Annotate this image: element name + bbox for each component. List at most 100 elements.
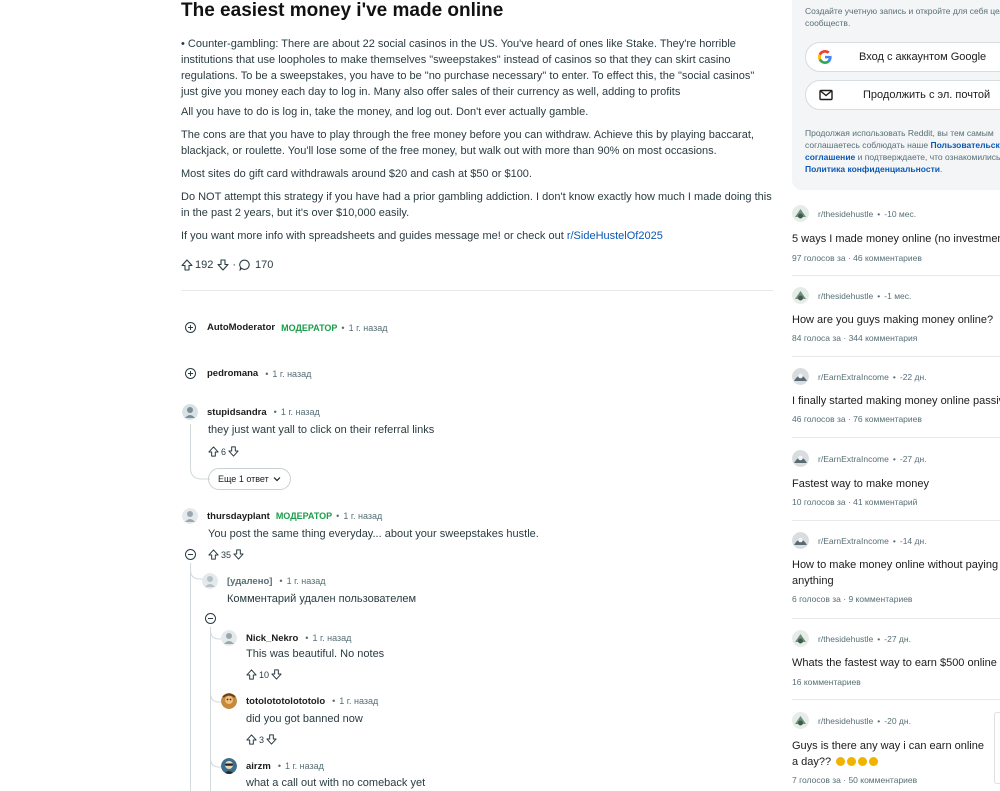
related-post-meta: r/thesidehustle • -10 мес. — [792, 205, 1000, 222]
upvote-icon[interactable] — [181, 259, 193, 271]
separator-dot: • — [279, 576, 283, 586]
upvote-icon[interactable] — [246, 669, 257, 680]
related-post-title[interactable]: 5 ways I made money online (no investmen… — [792, 231, 1000, 247]
subreddit-name[interactable]: r/thesidehustle — [818, 716, 873, 726]
privacy-policy-link[interactable]: Политика конфиденциальности — [805, 164, 940, 174]
subreddit-name[interactable]: r/EarnExtraIncome — [818, 372, 889, 382]
collapse-icon[interactable] — [205, 613, 227, 624]
emoji-icon — [858, 757, 868, 766]
subreddit-name[interactable]: r/thesidehustle — [818, 634, 873, 644]
comment-author[interactable]: pedromana — [207, 368, 258, 379]
comment-author[interactable]: totolototolototolo — [246, 696, 325, 707]
emoji-icon — [847, 757, 857, 766]
divider — [792, 699, 1000, 700]
comment-time: 1 г. назад — [272, 368, 312, 379]
upvote-icon[interactable] — [208, 549, 219, 560]
related-post-stats: 84 голоса за · 344 комментария — [792, 333, 918, 343]
post-title: The easiest money i've made online — [181, 0, 504, 21]
avatar[interactable] — [221, 693, 237, 709]
comment-author[interactable]: Nick_Nekro — [246, 633, 298, 644]
related-post-stats: 6 голосов за · 9 комментариев — [792, 594, 913, 604]
post-paragraph: The cons are that you have to play throu… — [181, 129, 754, 157]
related-post-meta: r/EarnExtraIncome • -27 дн. — [792, 450, 929, 467]
comment-author[interactable]: AutoModerator — [207, 322, 275, 333]
subreddit-avatar[interactable] — [792, 368, 809, 385]
downvote-icon[interactable] — [233, 549, 244, 560]
related-post[interactable]: r/EarnExtraIncome • -22 дн. I finally star… — [792, 368, 1000, 424]
comment-icon[interactable] — [239, 259, 251, 271]
expand-icon[interactable] — [185, 322, 196, 333]
upvote-count: 192 — [195, 259, 214, 271]
downvote-icon[interactable] — [228, 446, 239, 457]
comment-header: totolototolototolo • 1 г. назад — [221, 693, 378, 709]
avatar[interactable] — [182, 404, 198, 420]
comment-author[interactable]: airzm — [246, 761, 271, 772]
subreddit-name[interactable]: r/thesidehustle — [818, 209, 873, 219]
more-replies-button[interactable]: Еще 1 ответ — [208, 468, 291, 490]
email-login-button[interactable]: Продолжить с эл. почтой — [805, 80, 1000, 110]
comment-header: stupidsandra • 1 г. назад — [182, 404, 320, 420]
subreddit-name[interactable]: r/thesidehustle — [818, 291, 873, 301]
google-login-label: Вход с аккаунтом Google — [859, 51, 987, 63]
google-login-button[interactable]: Вход с аккаунтом Google — [805, 42, 1000, 72]
thread-line[interactable] — [190, 424, 191, 460]
related-post-meta: r/EarnExtraIncome • -14 дн. — [792, 532, 998, 549]
related-post[interactable]: r/EarnExtraIncome • -27 дн. Fastest way to… — [792, 450, 929, 507]
related-post[interactable]: r/EarnExtraIncome • -14 дн. How to make mo… — [792, 532, 998, 604]
post-paragraph-text: If you want more info with spreadsheets … — [181, 230, 567, 242]
related-post-title[interactable]: How to make money online without paying — [792, 557, 998, 573]
comment-author[interactable]: thursdayplant — [207, 511, 270, 522]
related-post-stats: 16 комментариев — [792, 677, 861, 687]
comment-header: AutoModerator МОДЕРАТОР • 1 г. назад — [185, 322, 388, 333]
comment-time: 1 г. назад — [280, 407, 320, 417]
divider — [792, 275, 1000, 276]
related-post-title-cont[interactable]: anything — [792, 573, 998, 589]
related-post-title[interactable]: Guys is there any way i can earn online — [792, 738, 984, 754]
comment-body: You post the same thing everyday... abou… — [208, 528, 539, 540]
thread-line[interactable] — [190, 563, 191, 791]
subreddit-name[interactable]: r/EarnExtraIncome — [818, 454, 889, 464]
downvote-icon[interactable] — [217, 259, 229, 271]
related-post-title[interactable]: Whats the fastest way to earn $500 onlin… — [792, 655, 997, 671]
related-post-title-cont[interactable]: a day?? — [792, 754, 984, 770]
subreddit-avatar[interactable] — [792, 630, 809, 647]
subreddit-name[interactable]: r/EarnExtraIncome — [818, 536, 889, 546]
avatar[interactable] — [182, 508, 198, 524]
comment-time: 1 г. назад — [284, 761, 324, 771]
separator-dot: • — [341, 322, 345, 333]
comment-author[interactable]: stupidsandra — [207, 407, 267, 418]
comment-body: did you got banned now — [246, 713, 363, 725]
avatar[interactable] — [221, 758, 237, 774]
signup-text: Создайте учетную запись и откройте для с… — [805, 5, 1000, 29]
subreddit-link[interactable]: r/SideHustelOf2025 — [567, 230, 663, 242]
related-post-title[interactable]: I finally started making money online pa… — [792, 393, 1000, 409]
subreddit-avatar[interactable] — [792, 532, 809, 549]
separator-dot: • — [892, 453, 896, 464]
related-post[interactable]: r/thesidehustle • -10 мес. 5 ways I made m… — [792, 205, 1000, 263]
upvote-icon[interactable] — [246, 734, 257, 745]
related-post-title[interactable]: Fastest way to make money — [792, 476, 929, 492]
avatar[interactable] — [221, 630, 237, 646]
related-post-stats: 97 голосов за · 46 комментариев — [792, 253, 922, 263]
related-post-meta: r/EarnExtraIncome • -22 дн. — [792, 368, 1000, 385]
separator-dot: • — [332, 696, 336, 706]
related-post[interactable]: r/thesidehustle • -1 мес. How are you guys… — [792, 287, 993, 343]
scrollbar-thumb[interactable] — [994, 712, 1000, 784]
related-post-meta: r/thesidehustle • -20 дн. — [792, 712, 984, 729]
avatar[interactable] — [202, 573, 218, 589]
collapse-icon[interactable] — [185, 549, 207, 560]
related-post-title[interactable]: How are you guys making money online? — [792, 312, 993, 328]
downvote-icon[interactable] — [271, 669, 282, 680]
related-post[interactable]: r/thesidehustle • -27 дн. Whats the fastes… — [792, 630, 997, 687]
post-age: -14 дн. — [899, 535, 927, 546]
downvote-icon[interactable] — [266, 734, 277, 745]
comment-header: [удалено] • 1 г. назад — [202, 573, 326, 589]
separator-dot: • — [277, 761, 281, 771]
expand-icon[interactable] — [185, 368, 196, 379]
related-post[interactable]: r/thesidehustle • -20 дн. Guys is there an… — [792, 712, 984, 785]
subreddit-avatar[interactable] — [792, 205, 809, 222]
subreddit-avatar[interactable] — [792, 450, 809, 467]
divider — [181, 290, 773, 291]
subreddit-avatar[interactable] — [792, 712, 809, 729]
subreddit-avatar[interactable] — [792, 287, 809, 304]
